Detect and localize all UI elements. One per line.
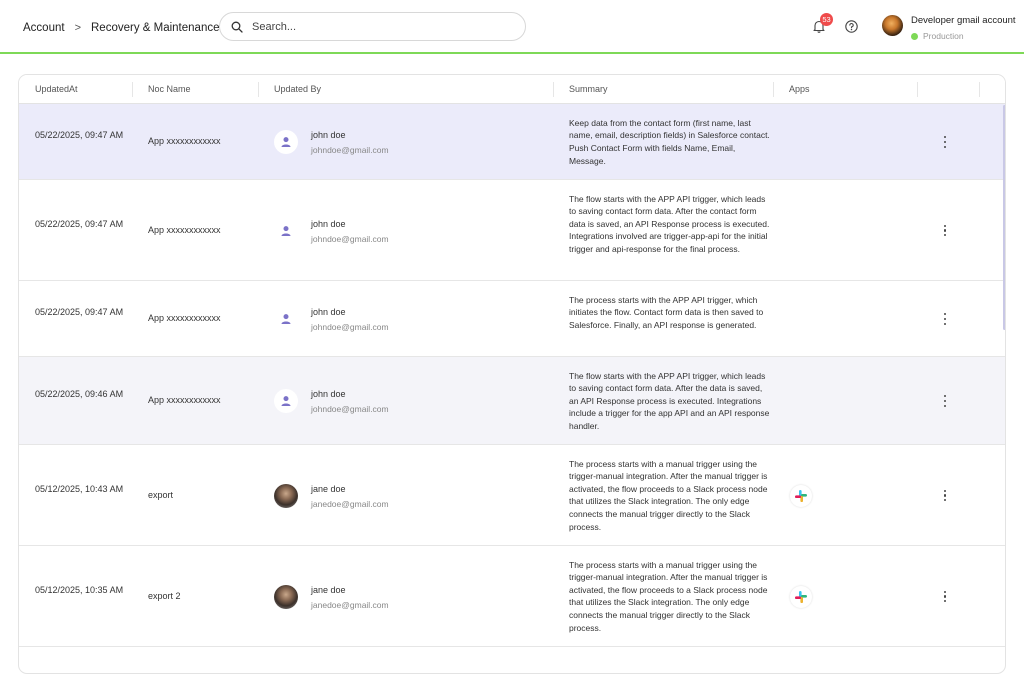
column-divider xyxy=(553,82,554,97)
breadcrumb-current: Recovery & Maintenance xyxy=(91,22,220,34)
search-icon xyxy=(231,21,243,33)
user-menu[interactable]: Developer gmail account Production xyxy=(911,15,1024,41)
user-email: johndoe@gmail.com xyxy=(311,404,389,414)
avatar xyxy=(274,584,298,609)
updated-by-cell: john doe johndoe@gmail.com xyxy=(311,307,389,332)
scrollbar[interactable] xyxy=(1003,105,1005,330)
user-email: johndoe@gmail.com xyxy=(311,233,389,244)
updated-by-cell: john doe johndoe@gmail.com xyxy=(311,219,389,244)
noc-name-cell[interactable]: App xxxxxxxxxxxx xyxy=(148,136,221,146)
user-icon xyxy=(281,225,291,236)
table-header: UpdatedAt Noc Name Updated By Summary Ap… xyxy=(19,75,1005,104)
summary-cell: The process starts with a manual trigger… xyxy=(569,458,768,532)
more-actions-icon[interactable] xyxy=(940,394,950,408)
avatar xyxy=(274,307,298,331)
updated-by-cell: jane doe janedoe@gmail.com xyxy=(311,484,389,509)
updated-at-cell: 05/22/2025, 09:47 AM xyxy=(35,130,124,140)
column-divider xyxy=(258,82,259,97)
more-actions-icon[interactable] xyxy=(940,224,950,238)
slack-icon xyxy=(795,489,807,502)
user-name: jane doe xyxy=(311,584,346,595)
column-header-summary[interactable]: Summary xyxy=(569,84,608,94)
table-row[interactable]: 05/22/2025, 09:47 AM App xxxxxxxxxxxx john… xyxy=(19,104,1005,180)
summary-cell: The process starts with the APP API trig… xyxy=(569,294,764,330)
summary-cell: Keep data from the contact form (first n… xyxy=(569,117,770,166)
slack-icon xyxy=(795,590,807,603)
avatar xyxy=(274,389,298,413)
user-email: johndoe@gmail.com xyxy=(311,145,389,155)
table-row[interactable]: 05/22/2025, 09:46 AM App xxxxxxxxxxxx john… xyxy=(19,357,1005,445)
column-header-updated-by[interactable]: Updated By xyxy=(274,84,321,94)
status-dot xyxy=(911,32,918,40)
noc-name-cell[interactable]: App xxxxxxxxxxxx xyxy=(148,225,221,235)
avatar xyxy=(274,483,298,508)
summary-cell: The process starts with a manual trigger… xyxy=(569,559,768,633)
column-header-apps[interactable]: Apps xyxy=(789,84,810,94)
column-divider xyxy=(979,82,980,97)
environment-indicator: Production xyxy=(911,31,1024,41)
summary-cell: The flow starts with the APP API trigger… xyxy=(569,193,770,255)
updated-by-cell: john doe johndoe@gmail.com xyxy=(311,389,389,414)
table-row[interactable]: 05/12/2025, 10:43 AM export jane doe janedo… xyxy=(19,445,1005,546)
noc-name-cell[interactable]: export 2 xyxy=(148,591,181,601)
breadcrumb-account[interactable]: Account xyxy=(23,22,65,34)
help-icon[interactable] xyxy=(845,20,858,33)
noc-table: UpdatedAt Noc Name Updated By Summary Ap… xyxy=(18,74,1006,674)
updated-at-cell: 05/12/2025, 10:43 AM xyxy=(35,483,124,494)
user-avatar[interactable] xyxy=(882,15,903,36)
more-actions-icon[interactable] xyxy=(940,489,950,503)
app-badge xyxy=(790,585,812,608)
updated-at-cell: 05/22/2025, 09:46 AM xyxy=(35,389,124,399)
table-row[interactable]: 05/22/2025, 09:47 AM App xxxxxxxxxxxx john… xyxy=(19,281,1005,357)
user-name: jane doe xyxy=(311,483,346,494)
table-row[interactable]: 05/22/2025, 09:47 AM App xxxxxxxxxxxx john… xyxy=(19,180,1005,281)
user-name: john doe xyxy=(311,389,346,399)
avatar xyxy=(274,130,298,154)
user-email: janedoe@gmail.com xyxy=(311,498,389,509)
noc-name-cell[interactable]: export xyxy=(148,490,173,500)
user-email: johndoe@gmail.com xyxy=(311,322,389,332)
table-row[interactable]: 05/12/2025, 10:35 AM export 2 jane doe jane… xyxy=(19,546,1005,647)
noc-name-cell[interactable]: App xxxxxxxxxxxx xyxy=(148,313,221,323)
updated-at-cell: 05/22/2025, 09:47 AM xyxy=(35,307,124,317)
app-badge xyxy=(790,484,812,507)
updated-at-cell: 05/12/2025, 10:35 AM xyxy=(35,584,124,595)
user-name: john doe xyxy=(311,218,346,229)
top-bar: Account > Recovery & Maintenance 53 Deve… xyxy=(0,0,1024,54)
column-divider xyxy=(917,82,918,97)
notification-badge: 53 xyxy=(820,13,833,26)
noc-name-cell[interactable]: App xxxxxxxxxxxx xyxy=(148,395,221,405)
column-header-updated-at[interactable]: UpdatedAt xyxy=(35,84,78,94)
more-actions-icon[interactable] xyxy=(940,590,950,604)
more-actions-icon[interactable] xyxy=(940,135,950,149)
breadcrumb-separator: > xyxy=(74,22,81,34)
column-divider xyxy=(773,82,774,97)
user-icon xyxy=(281,137,291,147)
user-icon xyxy=(281,314,291,324)
more-actions-icon[interactable] xyxy=(940,312,950,326)
column-header-noc-name[interactable]: Noc Name xyxy=(148,84,191,94)
search-box[interactable] xyxy=(219,12,526,41)
user-name: Developer gmail account xyxy=(911,15,1016,26)
user-icon xyxy=(281,396,291,406)
column-divider xyxy=(132,82,133,97)
avatar xyxy=(274,218,298,243)
updated-by-cell: jane doe janedoe@gmail.com xyxy=(311,585,389,610)
summary-cell: The flow starts with the APP API trigger… xyxy=(569,370,770,431)
breadcrumb: Account > Recovery & Maintenance xyxy=(23,22,219,34)
user-email: janedoe@gmail.com xyxy=(311,599,389,610)
updated-at-cell: 05/22/2025, 09:47 AM xyxy=(35,218,124,229)
user-name: john doe xyxy=(311,307,346,317)
updated-by-cell: john doe johndoe@gmail.com xyxy=(311,130,389,155)
user-name: john doe xyxy=(311,130,346,140)
search-input[interactable] xyxy=(252,20,492,33)
environment-label: Production xyxy=(923,31,964,41)
